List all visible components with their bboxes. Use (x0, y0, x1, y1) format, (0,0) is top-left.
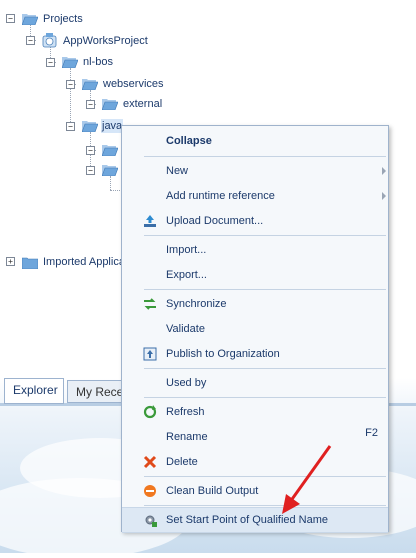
menu-separator (144, 235, 386, 236)
menu-label: Collapse (166, 135, 212, 147)
tree-node-nlbos[interactable]: nl-bos (83, 55, 113, 69)
refresh-icon (143, 405, 157, 419)
menu-item-collapse[interactable]: Collapse (122, 129, 388, 153)
menu-label: Clean Build Output (166, 485, 259, 497)
tree-line (110, 190, 120, 191)
collapse-toggle-appworksproject[interactable]: − (26, 36, 35, 45)
folder-open-icon (102, 165, 118, 176)
tree-node-appworksproject[interactable]: AppWorksProject (63, 34, 148, 48)
menu-label: Export... (166, 269, 207, 281)
clean-build-icon (144, 485, 156, 497)
tree-line (110, 176, 111, 190)
menu-separator (144, 156, 386, 157)
menu-label: Add runtime reference (166, 190, 275, 202)
folder-open-icon (82, 79, 98, 90)
synchronize-icon (144, 298, 156, 310)
folder-open-icon (102, 99, 118, 110)
collapse-toggle-webservices[interactable]: − (66, 80, 75, 89)
menu-item-validate[interactable]: Validate (122, 317, 388, 341)
collapse-toggle-external[interactable]: − (86, 100, 95, 109)
folder-open-icon (102, 145, 118, 156)
menu-item-new[interactable]: New (122, 159, 388, 183)
collapse-toggle-child[interactable]: − (86, 146, 95, 155)
submenu-arrow-icon (382, 167, 386, 175)
menu-item-clean-build[interactable]: Clean Build Output (122, 479, 388, 503)
menu-separator (144, 397, 386, 398)
tree-node-java[interactable]: java (101, 119, 124, 133)
expand-toggle-imported[interactable]: + (6, 257, 15, 266)
menu-label: Synchronize (166, 298, 227, 310)
upload-icon (144, 215, 156, 227)
collapse-toggle-child[interactable]: − (86, 166, 95, 175)
menu-item-rename[interactable]: Rename F2 (122, 425, 388, 449)
menu-item-upload-document[interactable]: Upload Document... (122, 209, 388, 233)
arrow-pointer-icon (282, 445, 332, 514)
menu-label: Rename (166, 431, 208, 443)
gear-icon (145, 515, 157, 527)
folder-icon (22, 257, 38, 269)
submenu-arrow-icon (382, 192, 386, 200)
project-icon (42, 33, 57, 48)
menu-separator (144, 505, 386, 506)
menu-label: Refresh (166, 406, 205, 418)
menu-label: Publish to Organization (166, 348, 280, 360)
menu-separator (144, 289, 386, 290)
menu-label: Used by (166, 377, 207, 389)
menu-item-add-runtime-reference[interactable]: Add runtime reference (122, 184, 388, 208)
menu-item-refresh[interactable]: Refresh (122, 400, 388, 424)
menu-item-publish[interactable]: Publish to Organization (122, 342, 388, 366)
context-menu: Collapse New Add runtime reference Uploa… (121, 125, 389, 533)
folder-open-icon (22, 14, 38, 25)
folder-open-icon (82, 121, 98, 132)
tree-line (70, 68, 71, 126)
publish-icon (143, 347, 157, 361)
menu-label: Upload Document... (166, 215, 264, 227)
menu-item-export[interactable]: Export... (122, 263, 388, 287)
menu-label: Delete (166, 456, 198, 468)
folder-open-icon (62, 57, 78, 68)
menu-separator (144, 368, 386, 369)
tree-node-projects[interactable]: Projects (43, 12, 83, 26)
collapse-toggle-java[interactable]: − (66, 122, 75, 131)
menu-item-delete[interactable]: Delete (122, 450, 388, 474)
collapse-toggle-projects[interactable]: − (6, 14, 15, 23)
menu-separator (144, 476, 386, 477)
menu-item-synchronize[interactable]: Synchronize (122, 292, 388, 316)
collapse-toggle-nlbos[interactable]: − (46, 58, 55, 67)
menu-item-set-start-point[interactable]: Set Start Point of Qualified Name (122, 507, 388, 533)
menu-item-import[interactable]: Import... (122, 238, 388, 262)
tree-node-imported[interactable]: Imported Applica (43, 255, 125, 269)
menu-item-used-by[interactable]: Used by (122, 371, 388, 395)
menu-label: Import... (166, 244, 207, 256)
tree-node-external[interactable]: external (123, 97, 162, 111)
tree-node-webservices[interactable]: webservices (103, 77, 164, 91)
delete-icon (143, 455, 157, 469)
rename-shortcut: F2 (365, 427, 378, 439)
tab-explorer[interactable]: Explorer (4, 378, 64, 404)
menu-label: Validate (166, 323, 205, 335)
menu-label: New (166, 165, 189, 177)
